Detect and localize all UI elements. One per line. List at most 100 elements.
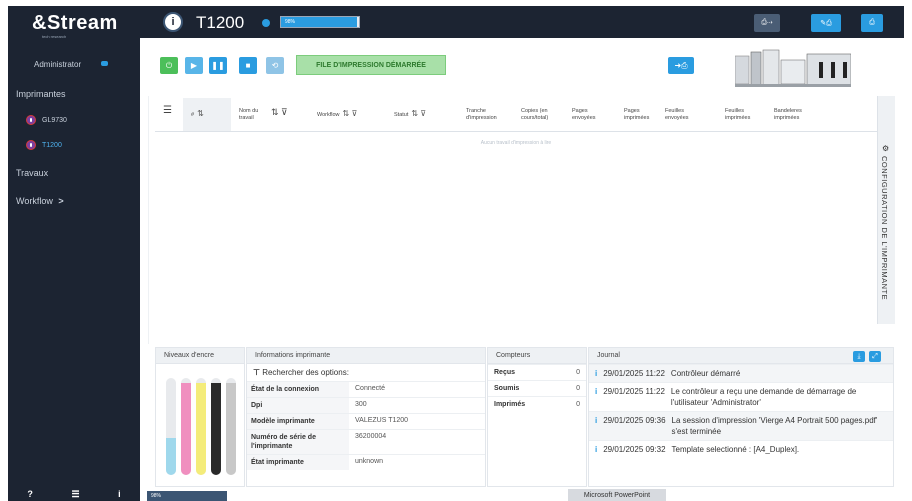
- column-header-copies[interactable]: Copies (en cours/total): [521, 108, 565, 122]
- journal-text: Template selectionné : [A4_Duplex].: [671, 445, 800, 454]
- printer-logo-icon: [26, 140, 36, 150]
- power-icon: ⏻: [165, 60, 173, 70]
- info-key: Numéro de série de l'imprimante: [247, 430, 349, 454]
- counter-row: Imprimés 0: [488, 396, 586, 412]
- printer-progress-bar: 98%: [280, 16, 360, 28]
- column-header-job-name[interactable]: Nom du travail: [239, 108, 267, 122]
- column-header-sheets-printed[interactable]: Feuilles imprimées: [725, 108, 765, 122]
- journal-time: 29/01/2025 09:36: [603, 416, 666, 425]
- nav-printers-heading[interactable]: Imprimantes: [16, 89, 66, 99]
- help-icon[interactable]: ?: [27, 489, 33, 499]
- printer-info-panel: Informations imprimante ⊤ Rechercher des…: [246, 347, 486, 487]
- column-header-workflow[interactable]: Workflow ⇅ ⊽: [317, 110, 357, 119]
- stop-button[interactable]: ■: [239, 57, 257, 74]
- printer-config-label: CONFIGURATION DE L'IMPRIMANTE: [880, 156, 889, 301]
- counter-value: 0: [576, 401, 580, 408]
- recycle-button[interactable]: ⟲: [266, 57, 284, 74]
- edit-printer-button[interactable]: ✎⎙: [811, 14, 841, 32]
- column-header-number[interactable]: # ⇅: [191, 110, 204, 119]
- journal-time: 29/01/2025 09:32: [603, 445, 666, 454]
- jobs-area: [148, 96, 878, 344]
- journal-text: Le contrôleur a reçu une demande de déma…: [670, 387, 857, 407]
- sidebar-item-label: GL9730: [42, 116, 67, 124]
- ink-level-magenta: [181, 378, 191, 475]
- printer-disabled-button[interactable]: ⎙⇢: [754, 14, 780, 32]
- ink-fill: [166, 438, 176, 475]
- printer-settings-button[interactable]: ⎙: [861, 14, 883, 32]
- pause-button[interactable]: ❚❚: [209, 57, 227, 74]
- counter-value: 0: [576, 369, 580, 376]
- options-search[interactable]: ⊤ Rechercher des options:: [247, 364, 485, 381]
- edit-printer-icon: ✎⎙: [820, 19, 832, 27]
- counters-table: Reçus 0 Soumis 0 Imprimés 0: [488, 364, 586, 412]
- menu-icon[interactable]: ☰: [71, 489, 79, 500]
- printer-illustration: [735, 49, 851, 87]
- info-value: Connecté: [355, 385, 385, 392]
- jobs-table-header: ☰ # ⇅ Nom du travail ⇅ ⊽ Workflow ⇅ ⊽ Stat…: [155, 98, 877, 132]
- journal-panel: Journal ⤓ ⤢ i 29/01/2025 11:22 Contrôleur …: [588, 347, 894, 487]
- counter-row: Soumis 0: [488, 380, 586, 396]
- journal-text: Contrôleur démarré: [670, 369, 741, 378]
- journal-text: La session d'impression 'Vierge A4 Portr…: [671, 416, 878, 436]
- journal-expand-button[interactable]: ⤢: [869, 351, 881, 362]
- filter-icon: ⊤: [253, 368, 260, 377]
- column-header-pages-printed[interactable]: Pages imprimées: [624, 108, 660, 122]
- ink-fill: [226, 382, 236, 475]
- jobs-empty-message: Aucun travail d'impression à lire: [480, 140, 552, 146]
- ink-level-extra: [226, 378, 236, 475]
- sidebar-footer: ? ☰ i: [8, 487, 140, 501]
- nav-jobs[interactable]: Travaux: [16, 168, 48, 178]
- journal-time: 29/01/2025 11:22: [603, 369, 665, 378]
- info-table: État de la connexion Connecté Dpi 300 Modèle…: [247, 381, 485, 470]
- progress-label: 98%: [285, 19, 296, 25]
- user-name[interactable]: Administrator: [34, 60, 81, 69]
- info-icon: i: [595, 387, 598, 396]
- sidebar-item-t1200[interactable]: T1200: [26, 140, 62, 150]
- sort-icon[interactable]: ⇅ ⊽: [271, 108, 288, 117]
- info-icon: i: [595, 445, 598, 454]
- progress-fill: 98%: [281, 17, 358, 27]
- sidebar-item-label: T1200: [42, 141, 62, 149]
- journal-time: 29/01/2025 11:22: [603, 387, 665, 396]
- taskbar-app-label[interactable]: Microsoft PowerPoint: [568, 489, 666, 501]
- printer-icon: ⎙: [869, 19, 875, 26]
- info-icon: i: [595, 369, 598, 378]
- column-menu-icon[interactable]: ☰: [163, 106, 172, 116]
- info-icon[interactable]: i: [118, 489, 121, 499]
- brand-logo: &Stream: [32, 12, 118, 34]
- gear-icon: ⚙: [882, 144, 890, 153]
- journal-entry: i 29/01/2025 11:22 Contrôleur démarré: [589, 364, 893, 382]
- column-header-sheets-sent[interactable]: Feuilles envoyées: [665, 108, 705, 122]
- column-header-status[interactable]: Statut ⇅ ⊽: [394, 110, 426, 119]
- taskbar-progress: 98%: [147, 491, 227, 501]
- nav-workflow[interactable]: Workflow >: [16, 196, 64, 206]
- info-value: 36200004: [355, 433, 387, 440]
- ink-fill: [196, 382, 206, 475]
- printer-status-icon: [262, 19, 270, 27]
- journal-list: i 29/01/2025 11:22 Contrôleur démarré i 29/0…: [589, 364, 893, 458]
- journal-download-button[interactable]: ⤓: [853, 351, 865, 362]
- sidebar: &Stream tech research Administrator Impr…: [8, 6, 140, 501]
- play-button[interactable]: ▶: [185, 57, 203, 74]
- power-button[interactable]: ⏻: [160, 57, 178, 74]
- journal-panel-title: Journal: [589, 348, 893, 364]
- info-key: État de la connexion: [247, 382, 349, 397]
- ink-levels-panel: Niveaux d'encre: [155, 347, 245, 487]
- info-row: État imprimante unknown: [247, 454, 485, 470]
- column-header-pages-sent[interactable]: Pages envoyées: [572, 108, 606, 122]
- journal-entry: i 29/01/2025 09:32 Template selectionné : …: [589, 440, 893, 458]
- column-header-print-range[interactable]: Tranche d'impression: [466, 108, 514, 122]
- printer-brand-icon: i: [163, 12, 183, 32]
- info-panel-title: Informations imprimante: [247, 348, 485, 364]
- sidebar-item-gl9730[interactable]: GL9730: [26, 115, 67, 125]
- ink-level-cyan: [166, 378, 176, 475]
- send-to-printer-button[interactable]: ➜⎙: [668, 57, 694, 74]
- counters-panel: Compteurs Reçus 0 Soumis 0 Imprimés 0: [487, 347, 587, 487]
- sort-icon: ⇅ ⊽: [411, 109, 427, 118]
- column-header-banners-printed[interactable]: Bandeleres imprimées: [774, 108, 822, 122]
- ink-level-black: [211, 378, 221, 475]
- info-row: Numéro de série de l'imprimante 36200004: [247, 429, 485, 454]
- info-icon: i: [595, 416, 598, 425]
- info-value: VALEZUS T1200: [355, 417, 409, 424]
- info-row: Dpi 300: [247, 397, 485, 413]
